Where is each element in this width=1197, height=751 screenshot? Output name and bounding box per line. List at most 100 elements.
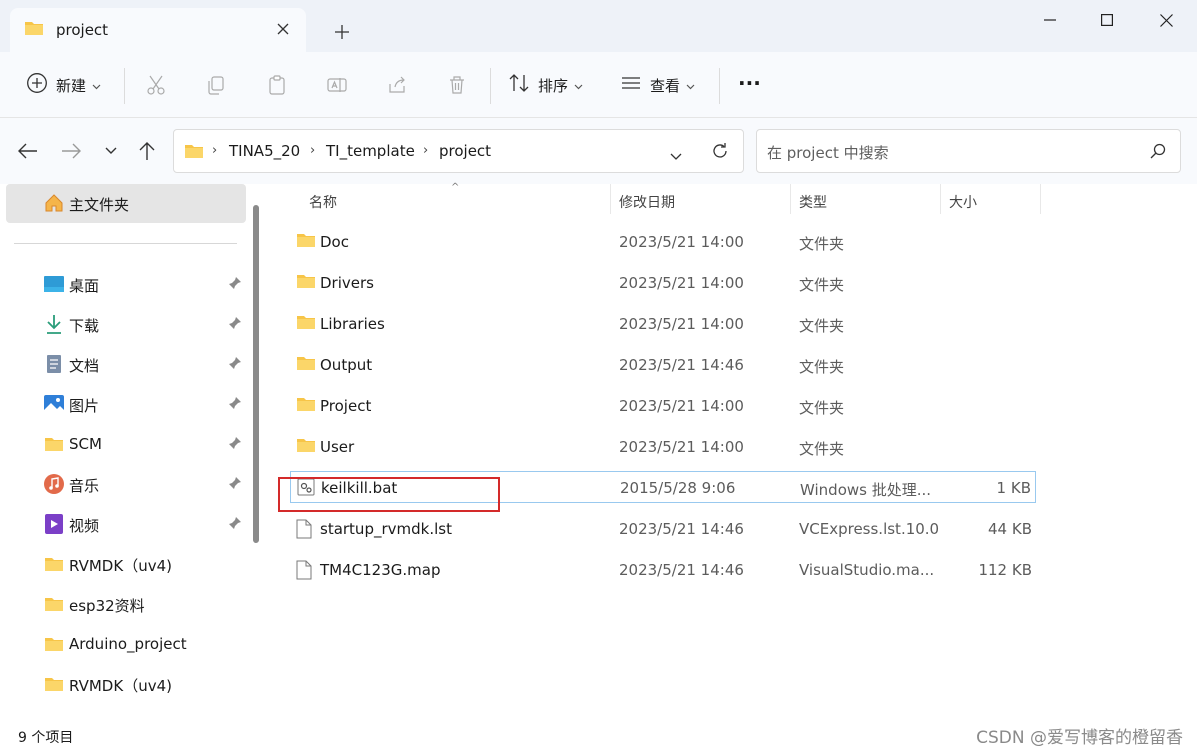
sidebar-item-label: RVMDK（uv4) xyxy=(69,557,172,575)
new-tab-button[interactable] xyxy=(330,20,354,44)
back-arrow-icon[interactable] xyxy=(15,138,41,164)
folder-icon xyxy=(44,594,64,614)
sort-button[interactable]: 排序 xyxy=(508,66,583,104)
file-date: 2023/5/21 14:46 xyxy=(619,520,744,538)
address-bar[interactable]: › TINA5_20 › TI_template › project xyxy=(173,129,744,173)
sidebar-item-label: 文档 xyxy=(69,357,100,375)
chevron-down-icon[interactable] xyxy=(670,147,682,165)
recent-locations-chevron-icon[interactable] xyxy=(98,138,124,164)
view-button[interactable]: 查看 xyxy=(620,66,695,104)
sidebar-scrollbar[interactable] xyxy=(253,205,259,543)
rename-icon[interactable] xyxy=(324,72,350,98)
tab-project[interactable]: project xyxy=(10,8,306,52)
column-header-size[interactable]: 大小 xyxy=(949,192,977,212)
file-row[interactable]: startup_rvmdk.lst 2023/5/21 14:46 VCExpr… xyxy=(290,513,1036,545)
file-row[interactable]: Libraries 2023/5/21 14:00 文件夹 xyxy=(290,308,1036,340)
paste-icon[interactable] xyxy=(264,72,290,98)
chevron-down-icon xyxy=(686,76,695,94)
file-list: ^ 名称 修改日期 类型 大小 Doc 2023/5/21 14:00 文件夹 … xyxy=(270,182,1197,720)
column-divider xyxy=(1040,184,1041,214)
minimize-button[interactable] xyxy=(1030,6,1070,34)
file-row[interactable]: Drivers 2023/5/21 14:00 文件夹 xyxy=(290,267,1036,299)
breadcrumb-item[interactable]: TI_template xyxy=(326,142,415,160)
file-name: Drivers xyxy=(320,274,374,292)
file-row[interactable]: User 2023/5/21 14:00 文件夹 xyxy=(290,431,1036,463)
sidebar-item-pictures[interactable]: 图片 xyxy=(0,387,250,421)
file-row[interactable]: TM4C123G.map 2023/5/21 14:46 VisualStudi… xyxy=(290,554,1036,586)
pin-icon[interactable] xyxy=(228,276,242,294)
sidebar-item-label: 下载 xyxy=(69,317,100,335)
chevron-down-icon xyxy=(92,76,101,94)
pin-icon[interactable] xyxy=(228,356,242,374)
sidebar-item-desktop[interactable]: 桌面 xyxy=(0,267,250,301)
file-row[interactable]: Output 2023/5/21 14:46 文件夹 xyxy=(290,349,1036,381)
breadcrumb-item[interactable]: project xyxy=(439,142,491,160)
folder-icon xyxy=(296,273,316,293)
breadcrumb-item[interactable]: TINA5_20 xyxy=(229,142,300,160)
column-header-name[interactable]: 名称 xyxy=(309,192,337,212)
column-header-type[interactable]: 类型 xyxy=(799,192,827,212)
sidebar-item-downloads[interactable]: 下载 xyxy=(0,307,250,341)
folder-icon xyxy=(296,437,316,457)
close-window-button[interactable] xyxy=(1146,6,1186,34)
sidebar-item-arduino-project[interactable]: Arduino_project xyxy=(0,627,250,661)
file-date: 2023/5/21 14:00 xyxy=(619,233,744,251)
column-header-date[interactable]: 修改日期 xyxy=(619,192,675,212)
video-icon xyxy=(44,514,64,534)
file-row[interactable]: Project 2023/5/21 14:00 文件夹 xyxy=(290,390,1036,422)
sidebar-item-documents[interactable]: 文档 xyxy=(0,347,250,381)
copy-icon[interactable] xyxy=(203,72,229,98)
search-field[interactable]: 在 project 中搜索 xyxy=(756,129,1181,173)
command-bar: 新建 排序 查看 ··· xyxy=(0,52,1197,118)
folder-icon xyxy=(184,143,204,163)
sidebar-item-music[interactable]: 音乐 xyxy=(0,467,250,501)
file-row[interactable]: Doc 2023/5/21 14:00 文件夹 xyxy=(290,226,1036,258)
new-button[interactable]: 新建 xyxy=(26,66,101,104)
sidebar-item-esp32[interactable]: esp32资料 xyxy=(0,587,250,621)
sidebar-item-label: 音乐 xyxy=(69,477,100,495)
sidebar-item-rvmdk-2[interactable]: RVMDK（uv4) xyxy=(0,667,250,701)
sidebar-item-scm[interactable]: SCM xyxy=(0,427,250,461)
view-label: 查看 xyxy=(650,76,681,95)
picture-icon xyxy=(44,394,64,414)
tab-close-icon[interactable] xyxy=(274,20,292,38)
file-size: 1 KB xyxy=(996,479,1031,497)
more-options-button[interactable]: ··· xyxy=(738,64,761,102)
toolbar-divider xyxy=(719,68,720,104)
pin-icon[interactable] xyxy=(228,516,242,534)
sidebar-item-home[interactable]: 主文件夹 xyxy=(6,184,246,223)
pin-icon[interactable] xyxy=(228,436,242,454)
sidebar-item-label: esp32资料 xyxy=(69,597,145,615)
sidebar-home-label: 主文件夹 xyxy=(69,196,130,214)
search-icon[interactable] xyxy=(1150,143,1166,163)
file-icon xyxy=(296,519,312,543)
folder-icon xyxy=(44,674,64,694)
file-type: 文件夹 xyxy=(799,358,845,376)
sidebar-item-label: 桌面 xyxy=(69,277,100,295)
pin-icon[interactable] xyxy=(228,476,242,494)
folder-icon xyxy=(44,434,64,454)
file-date: 2023/5/21 14:46 xyxy=(619,561,744,579)
refresh-icon[interactable] xyxy=(711,142,729,164)
file-name: startup_rvmdk.lst xyxy=(320,520,452,538)
cut-icon[interactable] xyxy=(143,72,169,98)
delete-icon[interactable] xyxy=(444,72,470,98)
folder-icon xyxy=(24,20,44,40)
chevron-down-icon xyxy=(574,76,583,94)
maximize-button[interactable] xyxy=(1087,6,1127,34)
tab-title: project xyxy=(56,21,109,39)
share-icon[interactable] xyxy=(384,72,410,98)
document-icon xyxy=(44,354,64,374)
pin-icon[interactable] xyxy=(228,396,242,414)
sidebar-item-videos[interactable]: 视频 xyxy=(0,507,250,541)
forward-arrow-icon[interactable] xyxy=(58,138,84,164)
folder-icon xyxy=(296,396,316,416)
sidebar-item-rvmdk[interactable]: RVMDK（uv4) xyxy=(0,547,250,581)
up-arrow-icon[interactable] xyxy=(134,138,160,164)
folder-icon xyxy=(296,232,316,252)
navigation-pane: 主文件夹 桌面 下载 文档 图片 SCM 音乐 视频 RVMDK（uv4) es… xyxy=(0,184,266,720)
sort-ascending-icon: ^ xyxy=(451,182,460,193)
pin-icon[interactable] xyxy=(228,316,242,334)
breadcrumb-chevron-icon: › xyxy=(423,143,429,158)
file-type: 文件夹 xyxy=(799,276,845,294)
